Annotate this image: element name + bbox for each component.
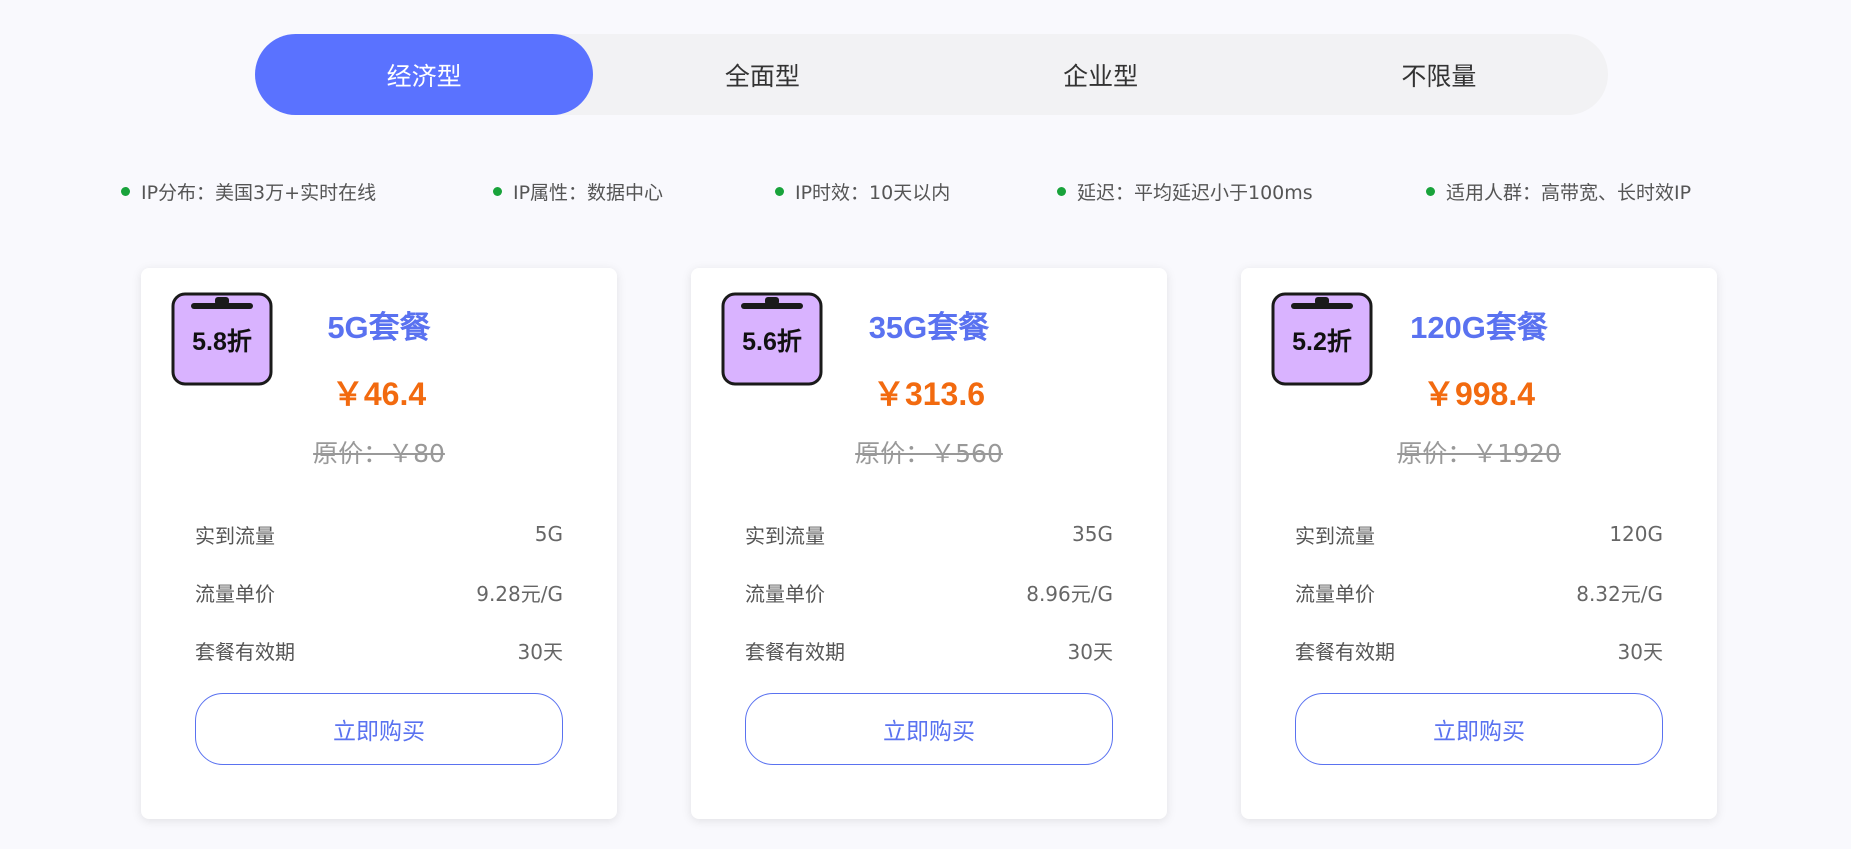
feature-text: IP属性：数据中心 — [513, 181, 664, 204]
detail-value: 5G — [534, 522, 563, 546]
detail-value: 30天 — [1067, 639, 1113, 664]
plan-name: 5G套餐 — [327, 310, 431, 345]
feature-item: IP时效：10天以内 — [775, 176, 950, 206]
detail-label: 流量单价 — [1295, 581, 1375, 606]
tab-economy[interactable]: 经济型 — [255, 34, 594, 115]
buy-now-button[interactable]: 立即购买 — [195, 693, 563, 765]
feature-list: IP分布：美国3万+实时在线 IP属性：数据中心 IP时效：10天以内 延迟：平… — [0, 176, 1851, 206]
feature-item: 适用人群：高带宽、长时效IP — [1426, 176, 1691, 206]
detail-label: 实到流量 — [745, 523, 825, 548]
buy-now-button[interactable]: 立即购买 — [1295, 693, 1663, 765]
detail-row: 流量单价 8.32元/G — [1295, 577, 1663, 607]
feature-text: 适用人群：高带宽、长时效IP — [1446, 181, 1692, 204]
detail-label: 套餐有效期 — [745, 639, 845, 664]
detail-label: 实到流量 — [195, 523, 275, 548]
detail-label: 实到流量 — [1295, 523, 1375, 548]
bullet-dot-icon — [493, 186, 502, 196]
detail-value: 35G — [1072, 522, 1113, 546]
detail-value: 30天 — [517, 639, 563, 664]
plan-price: ￥998.4 — [1422, 376, 1536, 412]
feature-item: IP分布：美国3万+实时在线 — [121, 176, 376, 206]
detail-label: 套餐有效期 — [195, 639, 295, 664]
original-price: 原价：￥560 — [855, 439, 1003, 468]
detail-label: 套餐有效期 — [1295, 639, 1395, 664]
tab-enterprise[interactable]: 企业型 — [932, 34, 1270, 115]
feature-text: 延迟：平均延迟小于100ms — [1077, 181, 1313, 204]
bullet-dot-icon — [1057, 186, 1066, 196]
tab-unlimited[interactable]: 不限量 — [1270, 34, 1608, 115]
plan-name: 35G套餐 — [868, 310, 990, 345]
feature-text: IP分布：美国3万+实时在线 — [141, 181, 377, 204]
bullet-dot-icon — [775, 186, 784, 196]
plan-type-tabs: 经济型 全面型 企业型 不限量 — [255, 34, 1608, 115]
detail-value: 120G — [1609, 522, 1663, 546]
detail-row: 套餐有效期 30天 — [745, 635, 1113, 665]
bullet-dot-icon — [1426, 186, 1435, 196]
feature-item: 延迟：平均延迟小于100ms — [1057, 176, 1313, 206]
bullet-dot-icon — [121, 186, 130, 196]
original-price: 原价：￥80 — [313, 439, 445, 468]
plan-card-35g: 5.6折 35G套餐 ￥313.6 原价：￥560 实到流量 35G 流量单价 … — [691, 268, 1167, 819]
detail-row: 套餐有效期 30天 — [195, 635, 563, 665]
plan-card-5g: 5.8折 5G套餐 ￥46.4 原价：￥80 实到流量 5G 流量单价 9.28… — [141, 268, 617, 819]
detail-label: 流量单价 — [745, 581, 825, 606]
detail-row: 流量单价 9.28元/G — [195, 577, 563, 607]
detail-row: 流量单价 8.96元/G — [745, 577, 1113, 607]
detail-row: 实到流量 120G — [1295, 519, 1663, 549]
detail-row: 实到流量 5G — [195, 519, 563, 549]
tab-comprehensive[interactable]: 全面型 — [593, 34, 931, 115]
detail-value: 30天 — [1617, 639, 1663, 664]
detail-row: 实到流量 35G — [745, 519, 1113, 549]
buy-now-button[interactable]: 立即购买 — [745, 693, 1113, 765]
feature-text: IP时效：10天以内 — [795, 181, 951, 204]
detail-row: 套餐有效期 30天 — [1295, 635, 1663, 665]
original-price: 原价：￥1920 — [1397, 439, 1561, 468]
detail-value: 8.96元/G — [1026, 581, 1113, 606]
plan-name: 120G套餐 — [1410, 310, 1548, 345]
plan-price: ￥313.6 — [872, 376, 986, 412]
detail-label: 流量单价 — [195, 581, 275, 606]
plan-card-120g: 5.2折 120G套餐 ￥998.4 原价：￥1920 实到流量 120G 流量… — [1241, 268, 1717, 819]
feature-item: IP属性：数据中心 — [493, 176, 663, 206]
detail-value: 9.28元/G — [476, 581, 563, 606]
plan-price: ￥46.4 — [331, 376, 427, 412]
detail-value: 8.32元/G — [1576, 581, 1663, 606]
